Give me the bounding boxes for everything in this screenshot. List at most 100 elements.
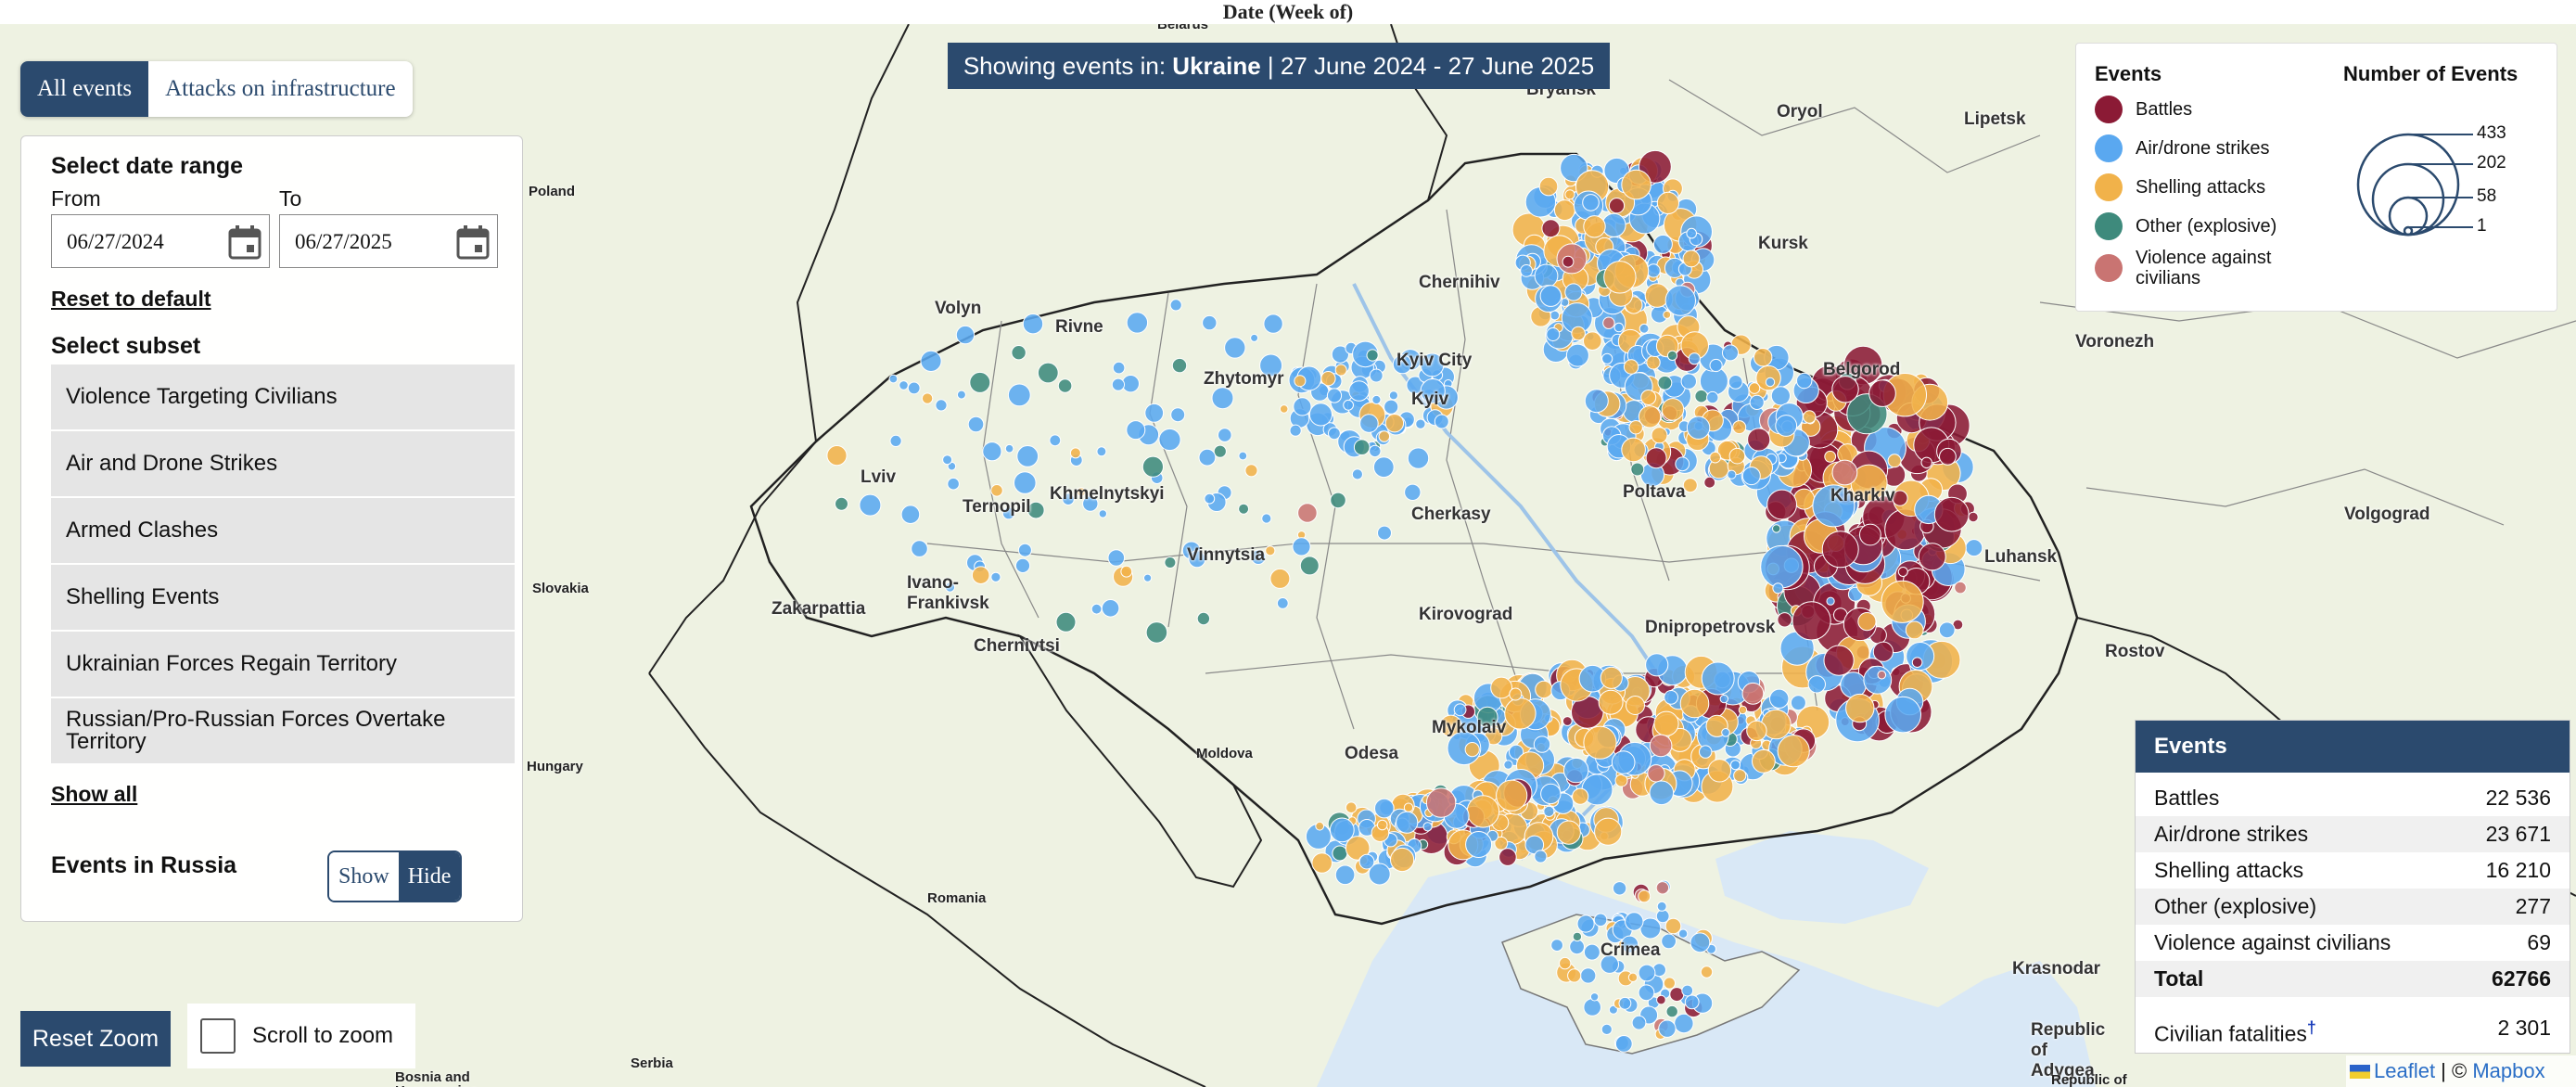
event-bubble: [1639, 323, 1650, 334]
event-bubble: [1826, 596, 1835, 606]
event-bubble: [1733, 769, 1747, 783]
event-bubble: [1014, 557, 1031, 574]
event-bubble: [1686, 227, 1697, 239]
reset-zoom-button[interactable]: Reset Zoom: [20, 1011, 171, 1067]
event-bubble: [1868, 379, 1896, 407]
tab-all-events[interactable]: All events: [20, 61, 149, 117]
event-bubble: [1857, 612, 1877, 632]
event-bubble: [1022, 313, 1044, 335]
city-label: Belgorod: [1823, 360, 1901, 379]
calendar-icon[interactable]: [228, 224, 261, 260]
event-bubble: [1968, 511, 1979, 523]
subset-air-drone-strikes[interactable]: Air and Drone Strikes: [51, 431, 515, 496]
event-bubble: [1464, 742, 1480, 758]
event-bubble: [1611, 750, 1636, 774]
show-all-link[interactable]: Show all: [51, 782, 137, 807]
event-bubble: [1749, 394, 1765, 410]
to-label: To: [279, 186, 302, 211]
mapbox-link[interactable]: Mapbox: [2472, 1059, 2544, 1082]
event-bubble: [1823, 645, 1855, 676]
subset-armed-clashes[interactable]: Armed Clashes: [51, 498, 515, 563]
leaflet-link[interactable]: Leaflet: [2374, 1059, 2435, 1082]
event-bubble: [1369, 444, 1382, 458]
event-bubble: [1738, 705, 1748, 715]
event-bubble: [1722, 344, 1739, 362]
event-bubble: [1652, 234, 1673, 254]
event-bubble: [1569, 939, 1585, 955]
event-bubble: [1292, 537, 1311, 556]
event-bubble: [1679, 688, 1710, 719]
event-bubble: [1824, 450, 1837, 463]
event-bubble: [1244, 464, 1258, 478]
subset-russian-overtake[interactable]: Russian/Pro-Russian Forces Overtake Terr…: [51, 698, 515, 763]
event-bubble: [1343, 399, 1354, 411]
city-label: Kyiv City: [1396, 351, 1473, 370]
event-bubble: [1803, 410, 1817, 424]
city-label: Chernihiv: [1419, 273, 1500, 292]
map-legend: Events Number of Events Battles Air/dron…: [2075, 43, 2557, 312]
event-bubble: [1746, 720, 1767, 742]
event-bubble: [1571, 326, 1586, 341]
from-date-input[interactable]: 06/27/2024: [51, 214, 270, 268]
event-bubble: [1684, 994, 1700, 1010]
city-label: Luhansk: [1984, 547, 2058, 567]
event-bubble: [1658, 1019, 1677, 1038]
event-bubble: [1709, 358, 1723, 373]
to-date-input[interactable]: 06/27/2025: [279, 214, 498, 268]
subset-violence-targeting-civilians[interactable]: Violence Targeting Civilians: [51, 364, 515, 429]
event-bubble: [1014, 471, 1037, 494]
scroll-zoom-label: Scroll to zoom: [252, 1023, 394, 1048]
table-row: Shelling attacks 16 210: [2154, 858, 2551, 882]
event-bubble: [1707, 759, 1732, 783]
event-bubble: [982, 441, 1002, 462]
event-bubble: [1057, 378, 1073, 393]
event-bubble: [1196, 611, 1211, 626]
event-bubble: [1589, 992, 1600, 1002]
event-bubble: [1466, 795, 1500, 828]
event-bubble: [1765, 377, 1776, 388]
event-bubble: [1111, 377, 1126, 391]
event-bubble: [1390, 847, 1415, 873]
event-bubble: [1644, 283, 1670, 308]
event-bubble: [1918, 543, 1946, 571]
event-bubble: [1562, 716, 1573, 726]
subset-ukrainian-regain[interactable]: Ukrainian Forces Regain Territory: [51, 632, 515, 697]
event-bubble: [1366, 349, 1379, 362]
russia-hide-button[interactable]: Hide: [398, 852, 461, 901]
event-bubble: [1279, 404, 1289, 414]
event-bubble: [1250, 333, 1259, 342]
event-bubble: [1422, 822, 1433, 832]
event-bubble: [1171, 357, 1188, 374]
russia-show-button[interactable]: Show: [329, 852, 399, 901]
reset-to-default-link[interactable]: Reset to default: [51, 287, 211, 312]
event-bubble: [1911, 657, 1923, 669]
event-bubble: [1145, 621, 1168, 644]
calendar-icon[interactable]: [456, 224, 490, 260]
event-bubble: [1289, 424, 1302, 437]
event-bubble: [1384, 414, 1405, 433]
event-bubble: [1308, 403, 1333, 427]
event-bubble: [967, 416, 985, 433]
scroll-zoom-checkbox[interactable]: [200, 1018, 236, 1054]
event-bubble: [1238, 503, 1250, 515]
event-bubble: [1690, 932, 1711, 953]
event-bubble: [1631, 1015, 1647, 1030]
event-bubble: [1101, 599, 1120, 618]
tab-attacks-on-infrastructure[interactable]: Attacks on infrastructure: [148, 61, 413, 117]
event-bubble: [1328, 427, 1341, 441]
event-bubble: [1334, 364, 1347, 377]
scroll-to-zoom-toggle[interactable]: Scroll to zoom: [187, 1004, 415, 1068]
event-bubble: [921, 392, 934, 404]
event-bubble: [1614, 1035, 1633, 1053]
event-bubble: [1769, 688, 1790, 709]
subset-shelling-events[interactable]: Shelling Events: [51, 565, 515, 630]
footnote-link[interactable]: †: [2307, 1018, 2316, 1037]
event-bubble: [1377, 525, 1392, 541]
event-bubble: [1680, 373, 1698, 390]
event-bubble: [1265, 545, 1276, 556]
event-bubble: [1371, 394, 1382, 405]
event-bubble: [1628, 420, 1643, 435]
event-bubble: [1747, 428, 1771, 452]
event-bubble: [1649, 780, 1675, 806]
event-bubble: [1293, 397, 1312, 416]
